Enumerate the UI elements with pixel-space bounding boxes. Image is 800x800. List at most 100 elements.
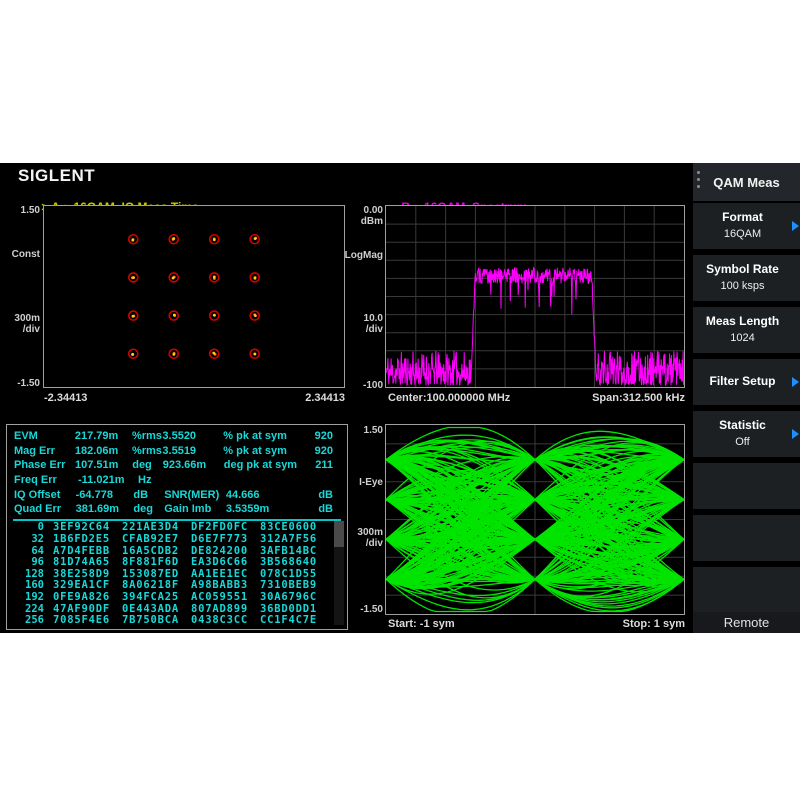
a-x-max: 2.34413 bbox=[245, 392, 345, 404]
metric-cell: -11.021m bbox=[78, 474, 138, 486]
metric-row: Phase Err107.51mdeg923.66mdeg pk at sym2… bbox=[7, 458, 347, 473]
metric-cell: SNR(MER) bbox=[164, 489, 226, 501]
softkey-label: Format bbox=[693, 210, 792, 224]
b-y-min: -100 bbox=[330, 380, 383, 391]
metric-cell: Hz bbox=[138, 474, 170, 486]
softkey-empty[interactable] bbox=[693, 515, 800, 561]
metric-cell: deg bbox=[133, 503, 164, 515]
hex-group: 8F881F6D bbox=[122, 556, 182, 568]
hex-group: 0E443ADA bbox=[122, 603, 182, 615]
metric-cell: deg pk at sym bbox=[224, 459, 316, 471]
d-y-scale-unit: /div bbox=[330, 538, 383, 549]
softkey-symbol-rate[interactable]: Symbol Rate 100 ksps bbox=[693, 255, 800, 301]
d-start: Start: -1 sym bbox=[388, 618, 455, 630]
hex-group: 153087ED bbox=[122, 568, 182, 580]
metric-cell: % pk at sym bbox=[223, 430, 314, 442]
softkey-label: Statistic bbox=[693, 418, 792, 432]
metric-cell: Phase Err bbox=[14, 459, 75, 471]
softkey-label: Filter Setup bbox=[693, 374, 792, 388]
metric-cell: 3.5359m bbox=[226, 503, 318, 515]
hex-group: 7085F4E6 bbox=[53, 614, 113, 626]
softkey-empty[interactable] bbox=[693, 567, 800, 613]
b-y-scale-unit: /div bbox=[330, 324, 383, 335]
hex-group: A98BABB3 bbox=[191, 579, 251, 591]
softkey-format[interactable]: Format16QAM bbox=[693, 203, 800, 249]
hex-address: 192 bbox=[14, 591, 44, 603]
constellation-plot[interactable] bbox=[43, 205, 345, 388]
metric-row: Mag Err182.06m%rms3.5519% pk at sym920 bbox=[7, 444, 347, 459]
hex-group: 1B6FD2E5 bbox=[53, 533, 113, 545]
metric-cell: Freq Err bbox=[14, 474, 78, 486]
softkey-value: Off bbox=[693, 436, 792, 448]
a-y-min: -1.50 bbox=[0, 378, 40, 389]
hex-group: 807AD899 bbox=[191, 603, 251, 615]
metric-row: IQ Offset-64.778dBSNR(MER)44.666dB bbox=[7, 487, 347, 502]
metric-cell: dB bbox=[318, 503, 347, 515]
hex-group: 7B750BCA bbox=[122, 614, 182, 626]
d-y-min: -1.50 bbox=[330, 604, 383, 615]
hex-group: 16A5CDB2 bbox=[122, 545, 182, 557]
hex-address: 64 bbox=[14, 545, 44, 557]
hex-group: 8A06218F bbox=[122, 579, 182, 591]
eye-diagram-plot[interactable] bbox=[385, 424, 685, 615]
hex-address: 96 bbox=[14, 556, 44, 568]
b-ref-level: 0.00 bbox=[330, 205, 383, 216]
b-ref-unit: dBm bbox=[330, 216, 383, 227]
metric-cell: -64.778 bbox=[76, 489, 134, 501]
metric-cell: 182.06m bbox=[75, 445, 132, 457]
submenu-arrow-icon bbox=[792, 221, 799, 231]
softkey-value: 1024 bbox=[693, 332, 792, 344]
b-y-scale: 10.0 bbox=[330, 313, 383, 324]
metric-cell: dB bbox=[318, 489, 347, 501]
hex-group: 38E258D9 bbox=[53, 568, 113, 580]
submenu-arrow-icon bbox=[792, 377, 799, 387]
metric-cell: Quad Err bbox=[14, 503, 76, 515]
a-y-max: 1.50 bbox=[0, 205, 40, 216]
hex-group: 3AFB14BC bbox=[260, 545, 320, 557]
softkey-statistic[interactable]: Statistic Off bbox=[693, 411, 800, 457]
hex-group: 312A7F56 bbox=[260, 533, 320, 545]
hex-group: EA3D6C66 bbox=[191, 556, 251, 568]
hex-group: 83CE0600 bbox=[260, 521, 320, 533]
b-span: Span:312.500 kHz bbox=[555, 392, 685, 404]
d-stop: Stop: 1 sym bbox=[585, 618, 685, 630]
hex-group: 3EF92C64 bbox=[53, 521, 113, 533]
a-y-scale: 300m bbox=[0, 313, 40, 324]
b-center-freq: Center:100.000000 MHz bbox=[388, 392, 510, 404]
d-y-scale: 300m bbox=[330, 527, 383, 538]
hex-address: 0 bbox=[14, 521, 44, 533]
hex-group: 81D74A65 bbox=[53, 556, 113, 568]
metric-cell: 3.5520 bbox=[162, 430, 223, 442]
hex-address: 256 bbox=[14, 614, 44, 626]
hex-group: A7D4FEBB bbox=[53, 545, 113, 557]
metric-cell: % pk at sym bbox=[223, 445, 314, 457]
brand-logo: SIGLENT bbox=[18, 166, 95, 186]
metric-cell: 211 bbox=[315, 459, 347, 471]
metric-cell: 44.666 bbox=[226, 489, 318, 501]
hex-group: CC1F4C7E bbox=[260, 614, 320, 626]
hex-group: 0438C3CC bbox=[191, 614, 251, 626]
metric-cell: Mag Err bbox=[14, 445, 75, 457]
hex-row: 03EF92C64221AE3D4DF2FD0FC83CE0600 bbox=[7, 522, 347, 534]
metric-cell: Gain Imb bbox=[164, 503, 226, 515]
menu-header[interactable]: QAM Meas bbox=[693, 163, 800, 201]
hex-group: 0FE9A826 bbox=[53, 591, 113, 603]
hex-group: 47AF90DF bbox=[53, 603, 113, 615]
d-y-label: I-Eye bbox=[330, 477, 383, 488]
softkey-value: 100 ksps bbox=[693, 280, 792, 292]
symerr-table: EVM217.79m%rms3.5520% pk at sym920Mag Er… bbox=[6, 424, 348, 630]
softkey-empty[interactable] bbox=[693, 463, 800, 509]
metric-cell: 217.79m bbox=[75, 430, 132, 442]
hex-group: 221AE3D4 bbox=[122, 521, 182, 533]
remote-button[interactable]: Remote bbox=[693, 612, 800, 633]
spectrum-plot[interactable] bbox=[385, 205, 685, 388]
hex-group: 7310BEB9 bbox=[260, 579, 320, 591]
softkey-filter-setup[interactable]: Filter Setup bbox=[693, 359, 800, 405]
softkey-meas-length[interactable]: Meas Length1024 bbox=[693, 307, 800, 353]
metric-row: Freq Err-11.021mHz bbox=[7, 473, 347, 488]
hex-group: AC059551 bbox=[191, 591, 251, 603]
softkey-label: Symbol Rate bbox=[693, 262, 792, 276]
metric-cell: IQ Offset bbox=[14, 489, 76, 501]
table-separator bbox=[13, 519, 341, 521]
hex-group: 36BD0DD1 bbox=[260, 603, 320, 615]
